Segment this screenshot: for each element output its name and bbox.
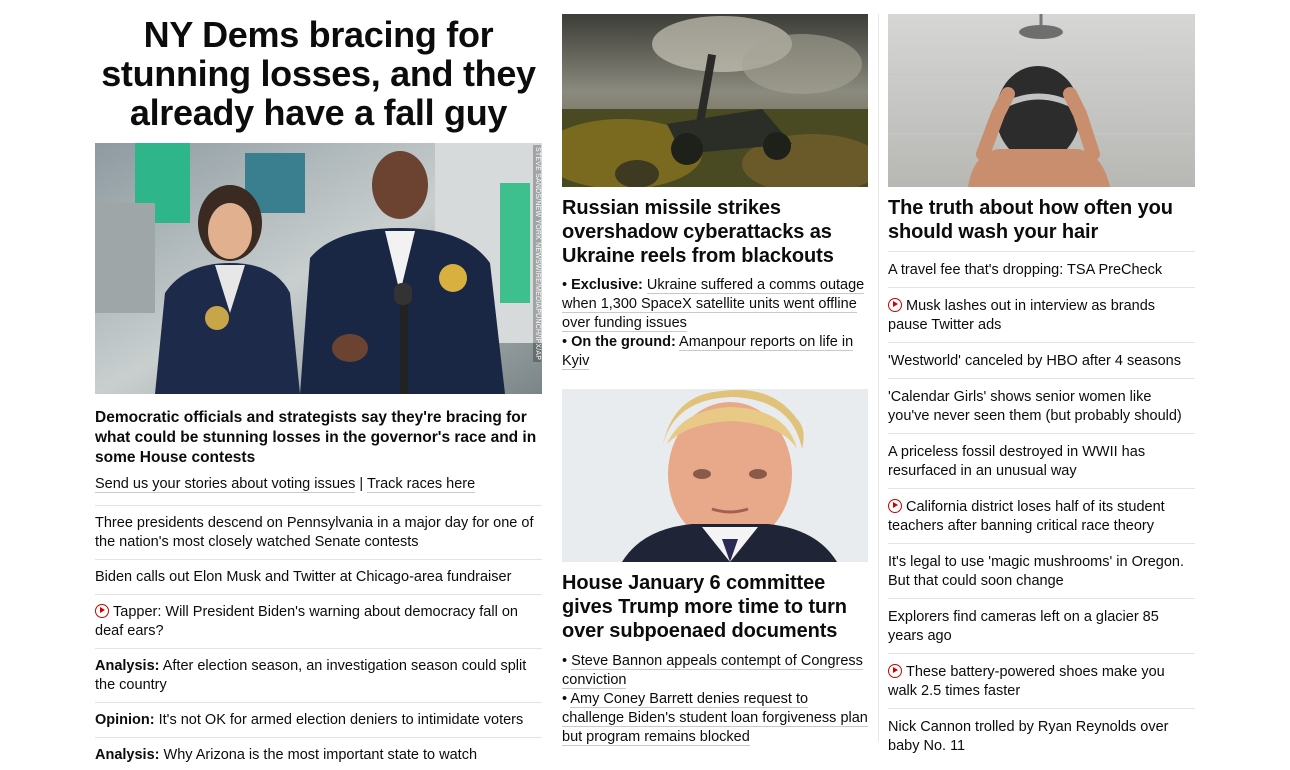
trump-headline[interactable]: House January 6 committee gives Trump mo…: [562, 571, 868, 643]
list-item[interactable]: 'Westworld' canceled by HBO after 4 seas…: [888, 342, 1195, 378]
column-divider: [878, 14, 879, 742]
lead-headline[interactable]: NY Dems bracing for stunning losses, and…: [95, 14, 542, 132]
bannon-appeal-link[interactable]: Steve Bannon appeals contempt of Congres…: [562, 653, 863, 689]
list-item[interactable]: Analysis: After election season, an inve…: [95, 648, 542, 702]
lead-photo-hochul-adams[interactable]: STEVE SANDS/NEW YORK NEWSWIRE/MEDIAPUNCH…: [95, 143, 542, 394]
hair-washing-photo[interactable]: [888, 14, 1195, 187]
ukraine-photo-illustration: [562, 14, 868, 187]
list-item-label: Analysis:: [95, 747, 160, 763]
photo-credit: STEVE SANDS/NEW YORK NEWSWIRE/MEDIAPUNCH…: [533, 145, 541, 363]
list-item-text: Why Arizona is the most important state …: [163, 747, 478, 763]
right-headlines-list: A travel fee that's dropping: TSA PreChe…: [888, 251, 1195, 763]
list-item-text: A travel fee that's dropping: TSA PreChe…: [888, 262, 1163, 278]
list-item-text: Tapper: Will President Biden's warning a…: [95, 604, 518, 639]
voting-issues-link[interactable]: Send us your stories about voting issues: [95, 476, 356, 493]
list-item-text: 'Calendar Girls' shows senior women like…: [888, 389, 1182, 424]
list-item[interactable]: Explorers find cameras left on a glacier…: [888, 598, 1195, 653]
list-item-text: 'Westworld' canceled by HBO after 4 seas…: [888, 353, 1181, 369]
bullet-label: Exclusive:: [571, 277, 643, 293]
ukraine-links: • Exclusive: Ukraine suffered a comms ou…: [562, 276, 868, 371]
list-item[interactable]: Nick Cannon trolled by Ryan Reynolds ove…: [888, 708, 1195, 763]
lead-related-list: Three presidents descend on Pennsylvania…: [95, 505, 542, 770]
list-item-label: Opinion:: [95, 712, 155, 728]
list-item[interactable]: Three presidents descend on Pennsylvania…: [95, 505, 542, 559]
video-play-icon: [888, 499, 902, 513]
list-item[interactable]: These battery-powered shoes make you wal…: [888, 653, 1195, 708]
list-item-text: Nick Cannon trolled by Ryan Reynolds ove…: [888, 719, 1169, 754]
hair-headline[interactable]: The truth about how often you should was…: [888, 196, 1195, 244]
list-item[interactable]: Biden calls out Elon Musk and Twitter at…: [95, 559, 542, 594]
trump-photo[interactable]: [562, 389, 868, 562]
list-item[interactable]: It's legal to use 'magic mushrooms' in O…: [888, 543, 1195, 598]
ukraine-bullet-2: • On the ground: Amanpour reports on lif…: [562, 334, 854, 370]
list-item[interactable]: Tapper: Will President Biden's warning a…: [95, 594, 542, 648]
list-item-text: A priceless fossil destroyed in WWII has…: [888, 444, 1146, 479]
trump-photo-illustration: [562, 389, 868, 562]
list-item-label: Analysis:: [95, 658, 160, 674]
video-play-icon: [888, 298, 902, 312]
trump-links: • Steve Bannon appeals contempt of Congr…: [562, 652, 868, 747]
list-item[interactable]: Musk lashes out in interview as brands p…: [888, 287, 1195, 342]
video-play-icon: [95, 604, 109, 618]
list-item[interactable]: California district loses half of its st…: [888, 488, 1195, 543]
trump-bullet-1: • Steve Bannon appeals contempt of Congr…: [562, 653, 863, 689]
list-item-text: After election season, an investigation …: [95, 658, 527, 693]
lead-links: Send us your stories about voting issues…: [95, 475, 542, 493]
hair-photo-illustration: [888, 14, 1195, 187]
list-item-text: It's not OK for armed election deniers t…: [158, 712, 524, 728]
trump-bullet-2: • Amy Coney Barrett denies request to ch…: [562, 691, 868, 746]
barrett-student-loan-link[interactable]: Amy Coney Barrett denies request to chal…: [562, 691, 868, 746]
video-play-icon: [888, 664, 902, 678]
bullet-label: On the ground:: [571, 334, 676, 350]
list-item-text: Musk lashes out in interview as brands p…: [888, 298, 1156, 333]
trump-story: House January 6 committee gives Trump mo…: [562, 571, 868, 747]
list-item[interactable]: Opinion: It's not OK for armed election …: [95, 702, 542, 737]
ukraine-bullet-1: • Exclusive: Ukraine suffered a comms ou…: [562, 277, 865, 332]
list-item-text: Three presidents descend on Pennsylvania…: [95, 515, 534, 550]
list-item[interactable]: A priceless fossil destroyed in WWII has…: [888, 433, 1195, 488]
list-item[interactable]: A travel fee that's dropping: TSA PreChe…: [888, 251, 1195, 287]
right-column: The truth about how often you should was…: [888, 14, 1195, 763]
lead-photo-illustration: [95, 143, 542, 394]
list-item[interactable]: 'Calendar Girls' shows senior women like…: [888, 378, 1195, 433]
ukraine-artillery-photo[interactable]: [562, 14, 868, 187]
lead-summary[interactable]: Democratic officials and strategists say…: [95, 408, 542, 468]
list-item[interactable]: Analysis: Why Arizona is the most import…: [95, 737, 542, 770]
list-item-text: Biden calls out Elon Musk and Twitter at…: [95, 569, 512, 585]
list-item-text: These battery-powered shoes make you wal…: [888, 664, 1165, 699]
list-item-text: California district loses half of its st…: [888, 499, 1165, 534]
track-races-link[interactable]: Track races here: [366, 476, 476, 493]
ukraine-headline[interactable]: Russian missile strikes overshadow cyber…: [562, 196, 868, 268]
middle-column: Russian missile strikes overshadow cyber…: [562, 14, 868, 746]
link-separator: |: [359, 476, 364, 492]
lead-column: NY Dems bracing for stunning losses, and…: [95, 14, 542, 770]
list-item-text: It's legal to use 'magic mushrooms' in O…: [888, 554, 1185, 589]
list-item-text: Explorers find cameras left on a glacier…: [888, 609, 1159, 644]
